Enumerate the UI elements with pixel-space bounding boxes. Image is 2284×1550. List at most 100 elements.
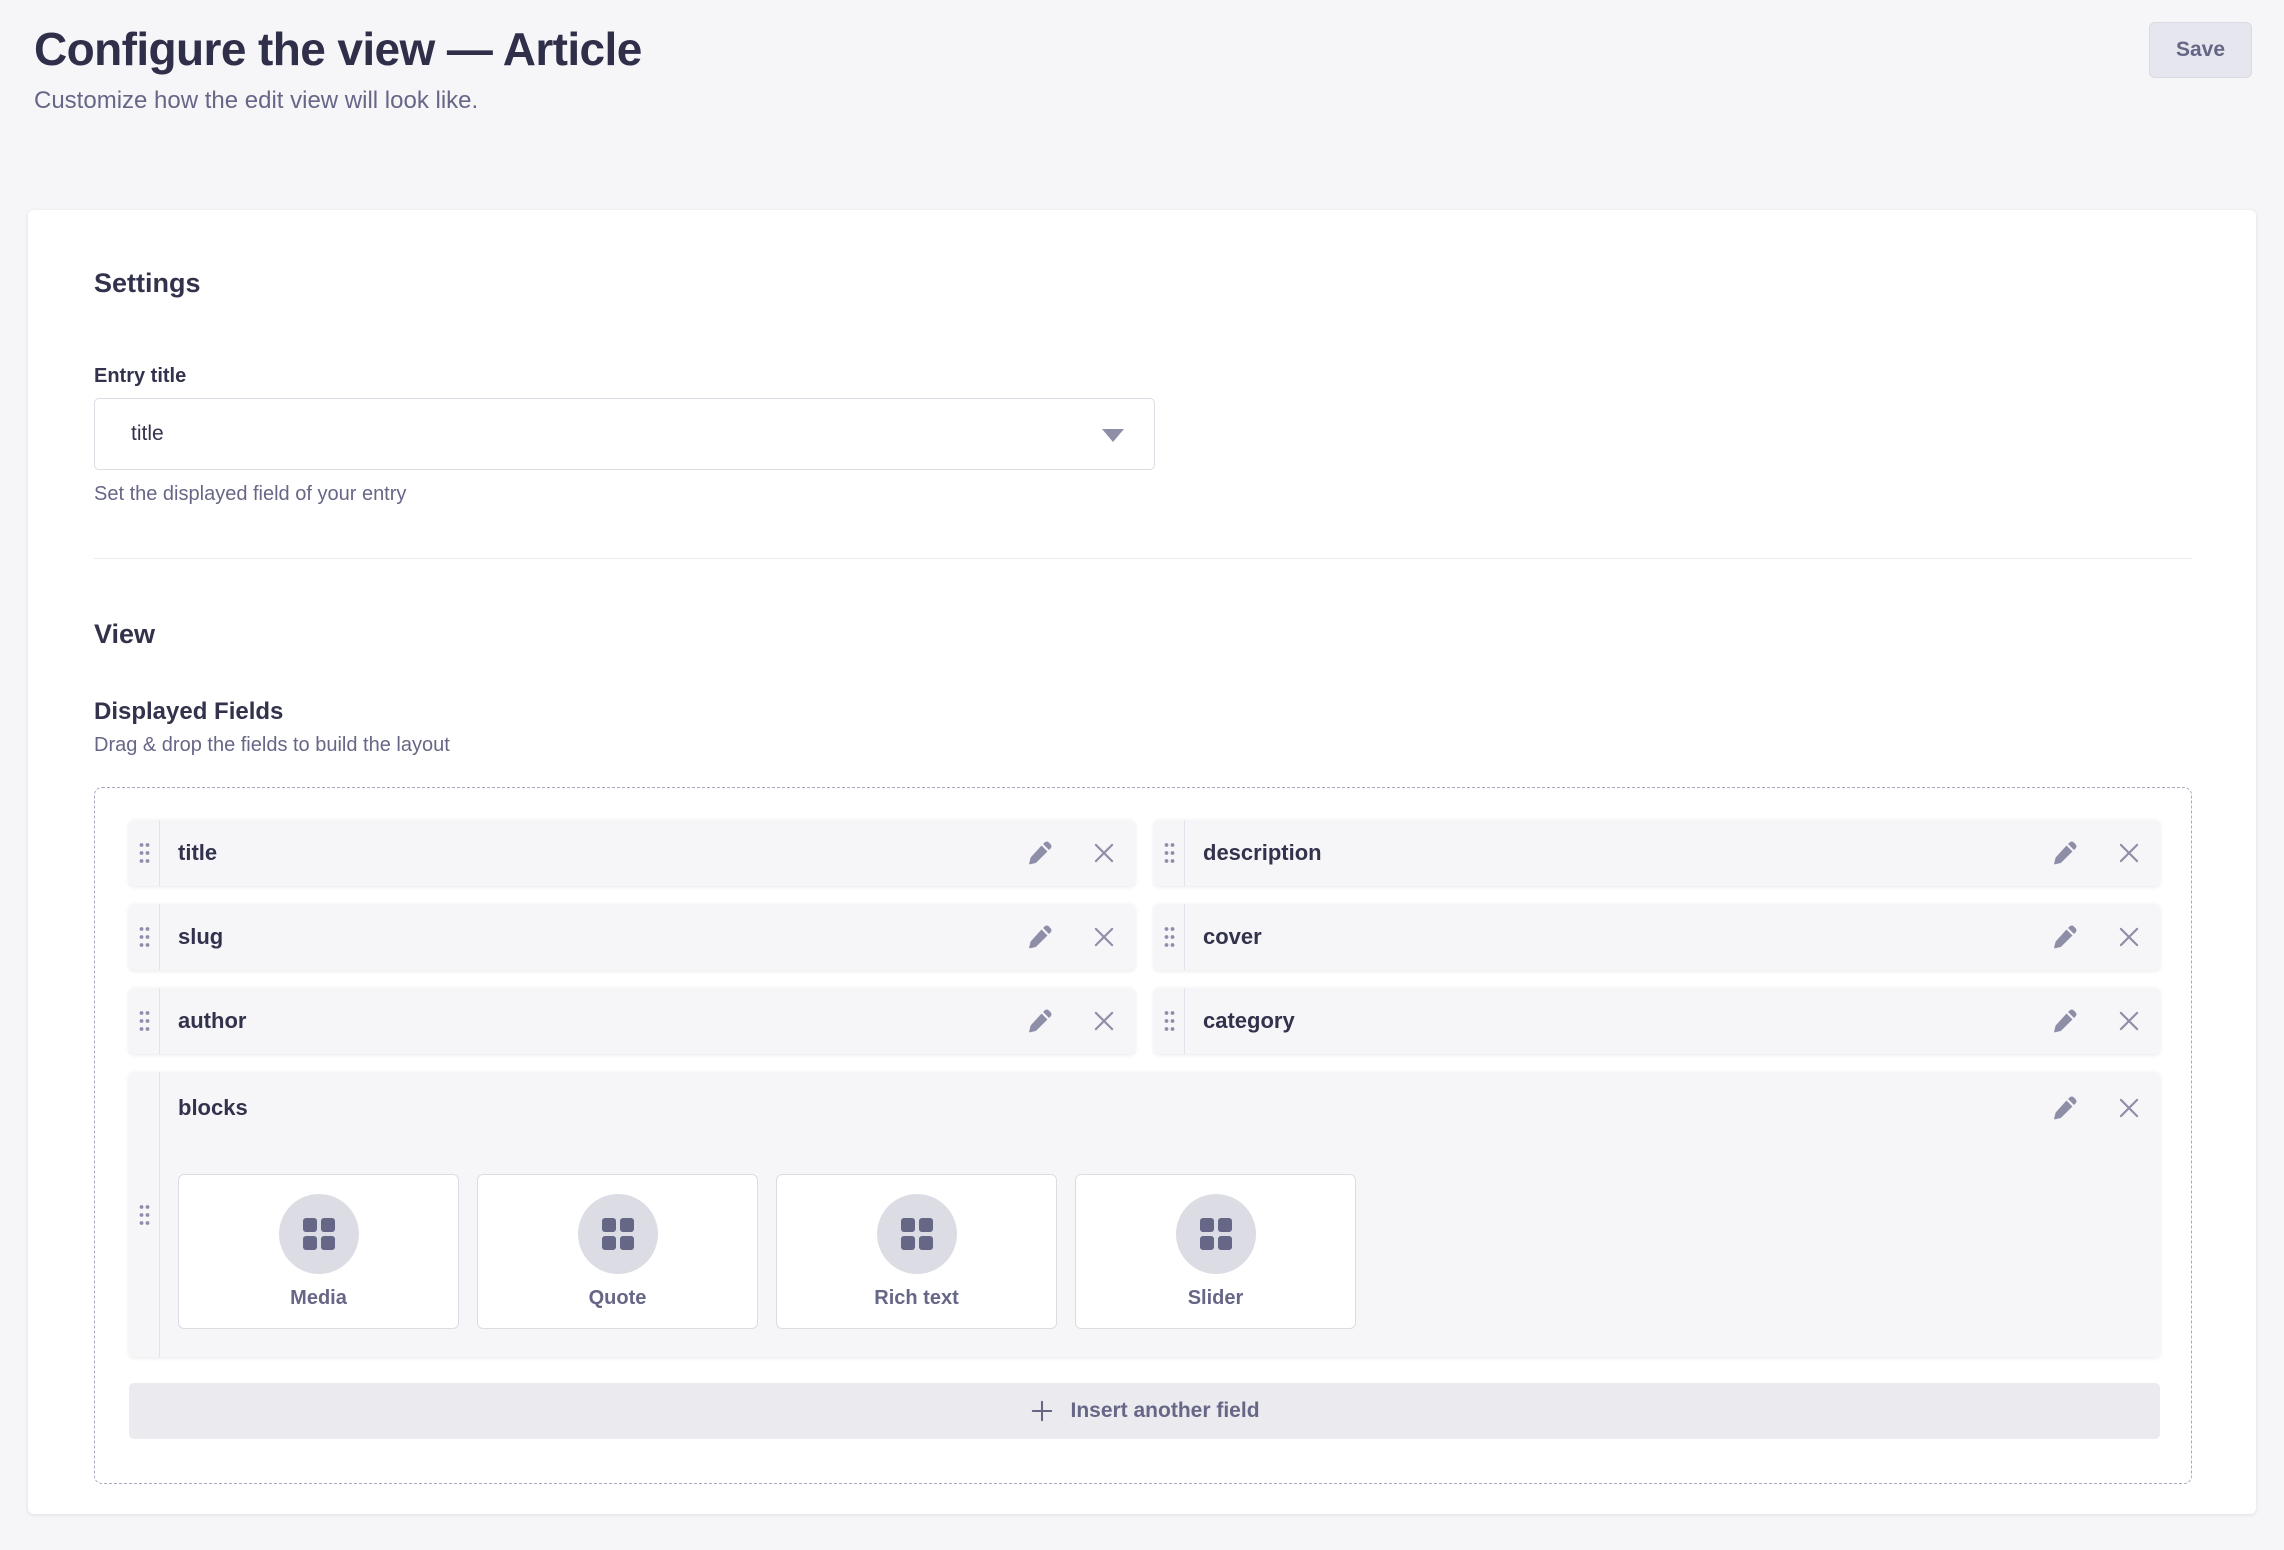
field-row-description: description: [1154, 820, 2160, 886]
drag-handle[interactable]: [1154, 904, 1185, 970]
drag-handle[interactable]: [129, 820, 160, 886]
drag-handle[interactable]: [129, 1072, 160, 1357]
drag-handle[interactable]: [1154, 820, 1185, 886]
grid-2x2-icon: [900, 1217, 934, 1251]
field-row-title: title: [129, 820, 1135, 886]
edit-field-button[interactable]: [1026, 923, 1054, 951]
drag-handle[interactable]: [1154, 988, 1185, 1054]
page-title: Configure the view — Article: [34, 22, 642, 76]
field-row-actions: [2051, 1094, 2160, 1122]
displayed-fields-label: Displayed Fields: [94, 698, 2192, 726]
plus-icon: [1029, 1398, 1055, 1424]
close-icon: [1091, 924, 1117, 950]
edit-field-button[interactable]: [2051, 1007, 2079, 1035]
close-icon: [2116, 1008, 2142, 1034]
component-label: Quote: [589, 1287, 647, 1310]
component-card-quote[interactable]: Quote: [477, 1174, 758, 1329]
close-icon: [2116, 1095, 2142, 1121]
insert-field-label: Insert another field: [1070, 1399, 1259, 1423]
edit-field-button[interactable]: [2051, 839, 2079, 867]
field-row-actions: [2051, 904, 2160, 970]
field-row-blocks: blocks: [129, 1072, 2160, 1357]
field-name: blocks: [178, 1095, 2051, 1121]
remove-field-button[interactable]: [1090, 1007, 1118, 1035]
component-card-media[interactable]: Media: [178, 1174, 459, 1329]
edit-field-button[interactable]: [1026, 1007, 1054, 1035]
grid-2x2-icon: [1199, 1217, 1233, 1251]
component-card-slider[interactable]: Slider: [1075, 1174, 1356, 1329]
component-circle: [877, 1194, 957, 1274]
entry-title-label: Entry title: [94, 365, 2192, 388]
field-row-actions: [1026, 988, 1135, 1054]
drag-handle[interactable]: [129, 988, 160, 1054]
edit-field-button[interactable]: [2051, 1094, 2079, 1122]
pencil-icon: [2052, 1008, 2078, 1034]
page-header-text: Configure the view — Article Customize h…: [34, 22, 642, 116]
blocks-header: blocks: [178, 1094, 2160, 1122]
field-row-actions: [2051, 988, 2160, 1054]
page-subtitle: Customize how the edit view will look li…: [34, 85, 642, 116]
field-row-slug: slug: [129, 904, 1135, 970]
pencil-icon: [2052, 1095, 2078, 1121]
field-row-actions: [2051, 820, 2160, 886]
grid-2x2-icon: [302, 1217, 336, 1251]
chevron-down-icon: [1102, 429, 1124, 442]
page-header: Configure the view — Article Customize h…: [0, 0, 2284, 116]
component-cards: Media Quote: [178, 1174, 2160, 1329]
close-icon: [1091, 840, 1117, 866]
remove-field-button[interactable]: [2115, 923, 2143, 951]
content-card: Settings Entry title title Set the displ…: [28, 210, 2256, 1514]
blocks-content: blocks: [160, 1072, 2160, 1357]
field-row-author: author: [129, 988, 1135, 1054]
pencil-icon: [1027, 924, 1053, 950]
save-button[interactable]: Save: [2149, 22, 2252, 78]
remove-field-button[interactable]: [1090, 839, 1118, 867]
fields-grid: title description: [129, 820, 2160, 1357]
field-name: slug: [160, 904, 1026, 970]
drag-dots-icon: [138, 926, 151, 948]
view-heading: View: [94, 619, 2192, 650]
section-divider: [94, 558, 2192, 559]
field-name: cover: [1185, 904, 2051, 970]
fields-dropzone: title description: [94, 787, 2192, 1484]
component-circle: [578, 1194, 658, 1274]
component-circle: [279, 1194, 359, 1274]
entry-title-select-value: title: [131, 422, 164, 446]
drag-handle[interactable]: [129, 904, 160, 970]
settings-section: Settings Entry title title Set the displ…: [94, 268, 2192, 506]
remove-field-button[interactable]: [2115, 1094, 2143, 1122]
pencil-icon: [2052, 840, 2078, 866]
edit-field-button[interactable]: [1026, 839, 1054, 867]
remove-field-button[interactable]: [2115, 1007, 2143, 1035]
drag-dots-icon: [1163, 926, 1176, 948]
remove-field-button[interactable]: [1090, 923, 1118, 951]
settings-heading: Settings: [94, 268, 2192, 299]
field-row-actions: [1026, 820, 1135, 886]
field-name: description: [1185, 820, 2051, 886]
drag-dots-icon: [1163, 1010, 1176, 1032]
displayed-fields-hint: Drag & drop the fields to build the layo…: [94, 734, 2192, 757]
component-label: Rich text: [874, 1287, 958, 1310]
field-row-actions: [1026, 904, 1135, 970]
pencil-icon: [1027, 1008, 1053, 1034]
drag-dots-icon: [138, 842, 151, 864]
field-name: category: [1185, 988, 2051, 1054]
component-circle: [1176, 1194, 1256, 1274]
pencil-icon: [1027, 840, 1053, 866]
close-icon: [2116, 924, 2142, 950]
field-name: author: [160, 988, 1026, 1054]
pencil-icon: [2052, 924, 2078, 950]
close-icon: [2116, 840, 2142, 866]
component-card-rich-text[interactable]: Rich text: [776, 1174, 1057, 1329]
field-row-category: category: [1154, 988, 2160, 1054]
entry-title-select[interactable]: title: [94, 398, 1155, 470]
close-icon: [1091, 1008, 1117, 1034]
drag-dots-icon: [138, 1204, 151, 1226]
component-label: Media: [290, 1287, 347, 1310]
drag-dots-icon: [138, 1010, 151, 1032]
component-label: Slider: [1188, 1287, 1244, 1310]
remove-field-button[interactable]: [2115, 839, 2143, 867]
field-name: title: [160, 820, 1026, 886]
insert-field-button[interactable]: Insert another field: [129, 1383, 2160, 1439]
edit-field-button[interactable]: [2051, 923, 2079, 951]
